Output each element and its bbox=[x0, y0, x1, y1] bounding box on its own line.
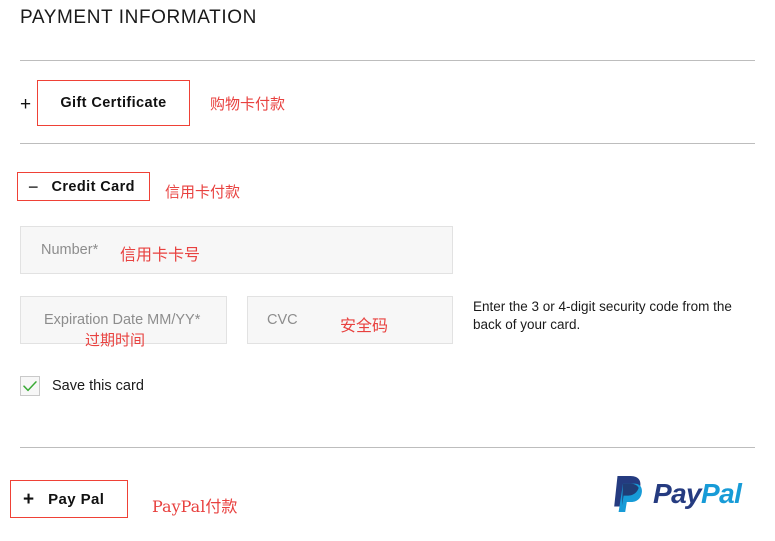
cvc-annotation: 安全码 bbox=[340, 316, 389, 335]
credit-card-toggle[interactable]: − Credit Card bbox=[17, 172, 150, 201]
security-code-hint: Enter the 3 or 4-digit security code fro… bbox=[473, 299, 732, 332]
paypal-label: Pay Pal bbox=[48, 490, 105, 508]
paypal-wordmark-pay: Pay bbox=[653, 478, 702, 509]
divider-top bbox=[20, 60, 755, 61]
paypal-expand-icon[interactable]: + bbox=[23, 490, 34, 509]
paypal-toggle[interactable]: + Pay Pal bbox=[10, 480, 128, 518]
paypal-monogram-icon bbox=[614, 476, 642, 512]
save-card-checkbox[interactable] bbox=[20, 376, 40, 396]
expiration-date-annotation: 过期时间 bbox=[85, 331, 146, 349]
paypal-annotation: PayPal付款 bbox=[152, 497, 238, 516]
page-title: PAYMENT INFORMATION bbox=[20, 7, 257, 28]
gift-certificate-expand-icon[interactable]: + bbox=[20, 95, 31, 114]
card-number-input[interactable]: Number* bbox=[20, 226, 453, 274]
check-mark-icon bbox=[23, 380, 37, 391]
gift-certificate-toggle[interactable]: Gift Certificate bbox=[37, 80, 190, 126]
divider-gift-credit bbox=[20, 143, 755, 144]
credit-card-collapse-icon[interactable]: − bbox=[28, 178, 39, 196]
gift-certificate-label: Gift Certificate bbox=[60, 95, 167, 111]
card-number-placeholder: Number* bbox=[41, 242, 99, 258]
credit-card-label: Credit Card bbox=[51, 178, 135, 195]
credit-card-annotation: 信用卡付款 bbox=[165, 183, 241, 201]
save-card-label: Save this card bbox=[52, 378, 144, 394]
save-card-row[interactable]: Save this card bbox=[20, 376, 144, 396]
paypal-wordmark-pal: Pal bbox=[701, 478, 742, 509]
gift-certificate-annotation: 购物卡付款 bbox=[210, 95, 286, 113]
cvc-placeholder: CVC bbox=[267, 312, 298, 328]
payment-information-page: PAYMENT INFORMATION + Gift Certificate 购… bbox=[0, 0, 775, 541]
divider-credit-paypal bbox=[20, 447, 755, 448]
paypal-logo: PayPal bbox=[612, 474, 742, 514]
card-number-annotation: 信用卡卡号 bbox=[120, 245, 201, 264]
expiration-date-placeholder: Expiration Date MM/YY* bbox=[44, 312, 201, 328]
